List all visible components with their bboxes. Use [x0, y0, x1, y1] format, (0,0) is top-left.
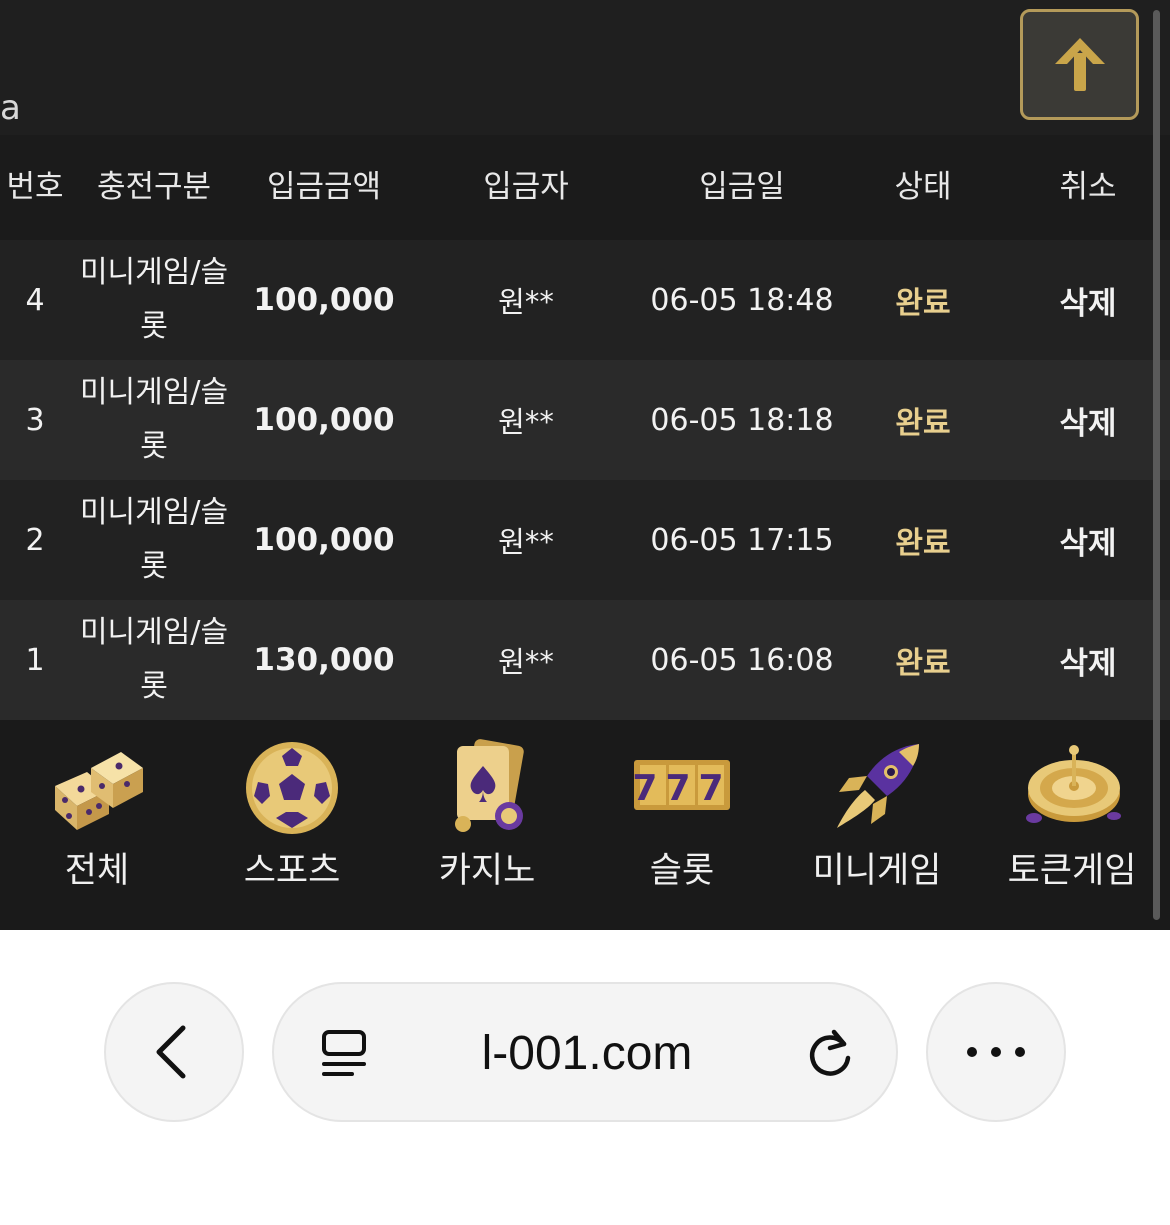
- nav-item-casino[interactable]: 카지노: [407, 720, 567, 930]
- row-amount: 100,000: [253, 522, 395, 558]
- nav-label: 카지노: [438, 851, 536, 891]
- header-date: 입금일: [699, 169, 785, 205]
- row-status-badge: 완료: [895, 286, 951, 321]
- scroll-to-top-button[interactable]: [1020, 9, 1139, 120]
- nav-item-sports[interactable]: 스포츠: [212, 720, 372, 930]
- row-delete-button[interactable]: 삭제: [1059, 600, 1116, 720]
- truncated-text: a: [0, 88, 21, 128]
- row-delete-button[interactable]: 삭제: [1059, 240, 1116, 360]
- table-row: 2 미니게임/슬롯 100,000 원** 06-05 17:15 완료 삭제: [0, 480, 1170, 600]
- nav-label: 스포츠: [243, 851, 341, 891]
- row-number: 2: [25, 522, 45, 558]
- row-status-badge: 완료: [895, 406, 951, 441]
- row-depositor: 원**: [498, 645, 554, 679]
- app-screen: a 번호 충전구분 입금금액 입금자 입금일 상태 취소 4 미니게임/슬롯 1…: [0, 0, 1170, 930]
- row-depositor: 원**: [498, 285, 554, 319]
- page-scrollbar[interactable]: [1153, 10, 1160, 920]
- row-delete-button[interactable]: 삭제: [1059, 360, 1116, 480]
- more-dots-icon: [967, 1047, 1025, 1057]
- table-row: 3 미니게임/슬롯 100,000 원** 06-05 18:18 완료 삭제: [0, 360, 1170, 480]
- row-charge-type: 미니게임/슬롯: [79, 615, 229, 704]
- nav-item-token-game[interactable]: 토큰게임: [992, 720, 1152, 930]
- arrow-up-icon: [1054, 37, 1105, 91]
- dice-icon: [55, 752, 143, 830]
- roulette-icon: [1026, 745, 1121, 823]
- nav-label: 토큰게임: [1007, 851, 1137, 891]
- row-amount: 100,000: [253, 402, 395, 438]
- row-date: 06-05 18:18: [650, 402, 834, 438]
- table-row: 4 미니게임/슬롯 100,000 원** 06-05 18:48 완료 삭제: [0, 240, 1170, 360]
- rocket-icon: [837, 744, 919, 828]
- header-charge-type: 충전구분: [96, 169, 212, 205]
- nav-label: 슬롯: [649, 851, 715, 891]
- slot-777-icon: 777: [632, 760, 731, 810]
- game-category-nav: 전체 스포츠 카지노 777 슬롯 미니게임 토큰게임: [0, 720, 1170, 930]
- row-amount: 130,000: [253, 642, 395, 678]
- chevron-left-icon: [156, 1025, 186, 1079]
- address-bar[interactable]: l-001.com: [272, 982, 898, 1122]
- row-depositor: 원**: [498, 525, 554, 559]
- row-amount: 100,000: [253, 282, 395, 318]
- more-button[interactable]: [926, 982, 1066, 1122]
- row-date: 06-05 18:48: [650, 282, 834, 318]
- slot-777-text: 777: [632, 768, 731, 809]
- table-header: 번호 충전구분 입금금액 입금자 입금일 상태 취소: [0, 135, 1170, 240]
- table-row: 1 미니게임/슬롯 130,000 원** 06-05 16:08 완료 삭제: [0, 600, 1170, 720]
- nav-item-minigame[interactable]: 미니게임: [797, 720, 957, 930]
- row-charge-type: 미니게임/슬롯: [79, 495, 229, 584]
- row-charge-type: 미니게임/슬롯: [79, 375, 229, 464]
- back-button[interactable]: [104, 982, 244, 1122]
- header-depositor: 입금자: [483, 169, 569, 205]
- row-depositor: 원**: [498, 405, 554, 439]
- row-number: 1: [25, 642, 45, 678]
- soccer-ball-icon: [246, 742, 338, 834]
- row-charge-type: 미니게임/슬롯: [79, 255, 229, 344]
- row-status-badge: 완료: [895, 526, 951, 561]
- nav-item-slot[interactable]: 777 슬롯: [602, 720, 762, 930]
- header-amount: 입금금액: [266, 169, 382, 205]
- header-number: 번호: [6, 169, 64, 205]
- header-status: 상태: [894, 169, 952, 205]
- nav-item-all[interactable]: 전체: [17, 720, 177, 930]
- header-cancel: 취소: [1059, 169, 1117, 205]
- row-date: 06-05 16:08: [650, 642, 834, 678]
- browser-toolbar: l-001.com: [0, 930, 1170, 1225]
- nav-label: 미니게임: [812, 851, 942, 891]
- reload-icon[interactable]: [804, 1028, 856, 1080]
- nav-label: 전체: [64, 851, 130, 891]
- row-delete-button[interactable]: 삭제: [1059, 480, 1116, 600]
- top-bar: a: [0, 0, 1170, 135]
- playing-cards-icon: [455, 739, 524, 832]
- row-date: 06-05 17:15: [650, 522, 834, 558]
- row-number: 3: [25, 402, 45, 438]
- row-number: 4: [25, 282, 45, 318]
- row-status-badge: 완료: [895, 646, 951, 681]
